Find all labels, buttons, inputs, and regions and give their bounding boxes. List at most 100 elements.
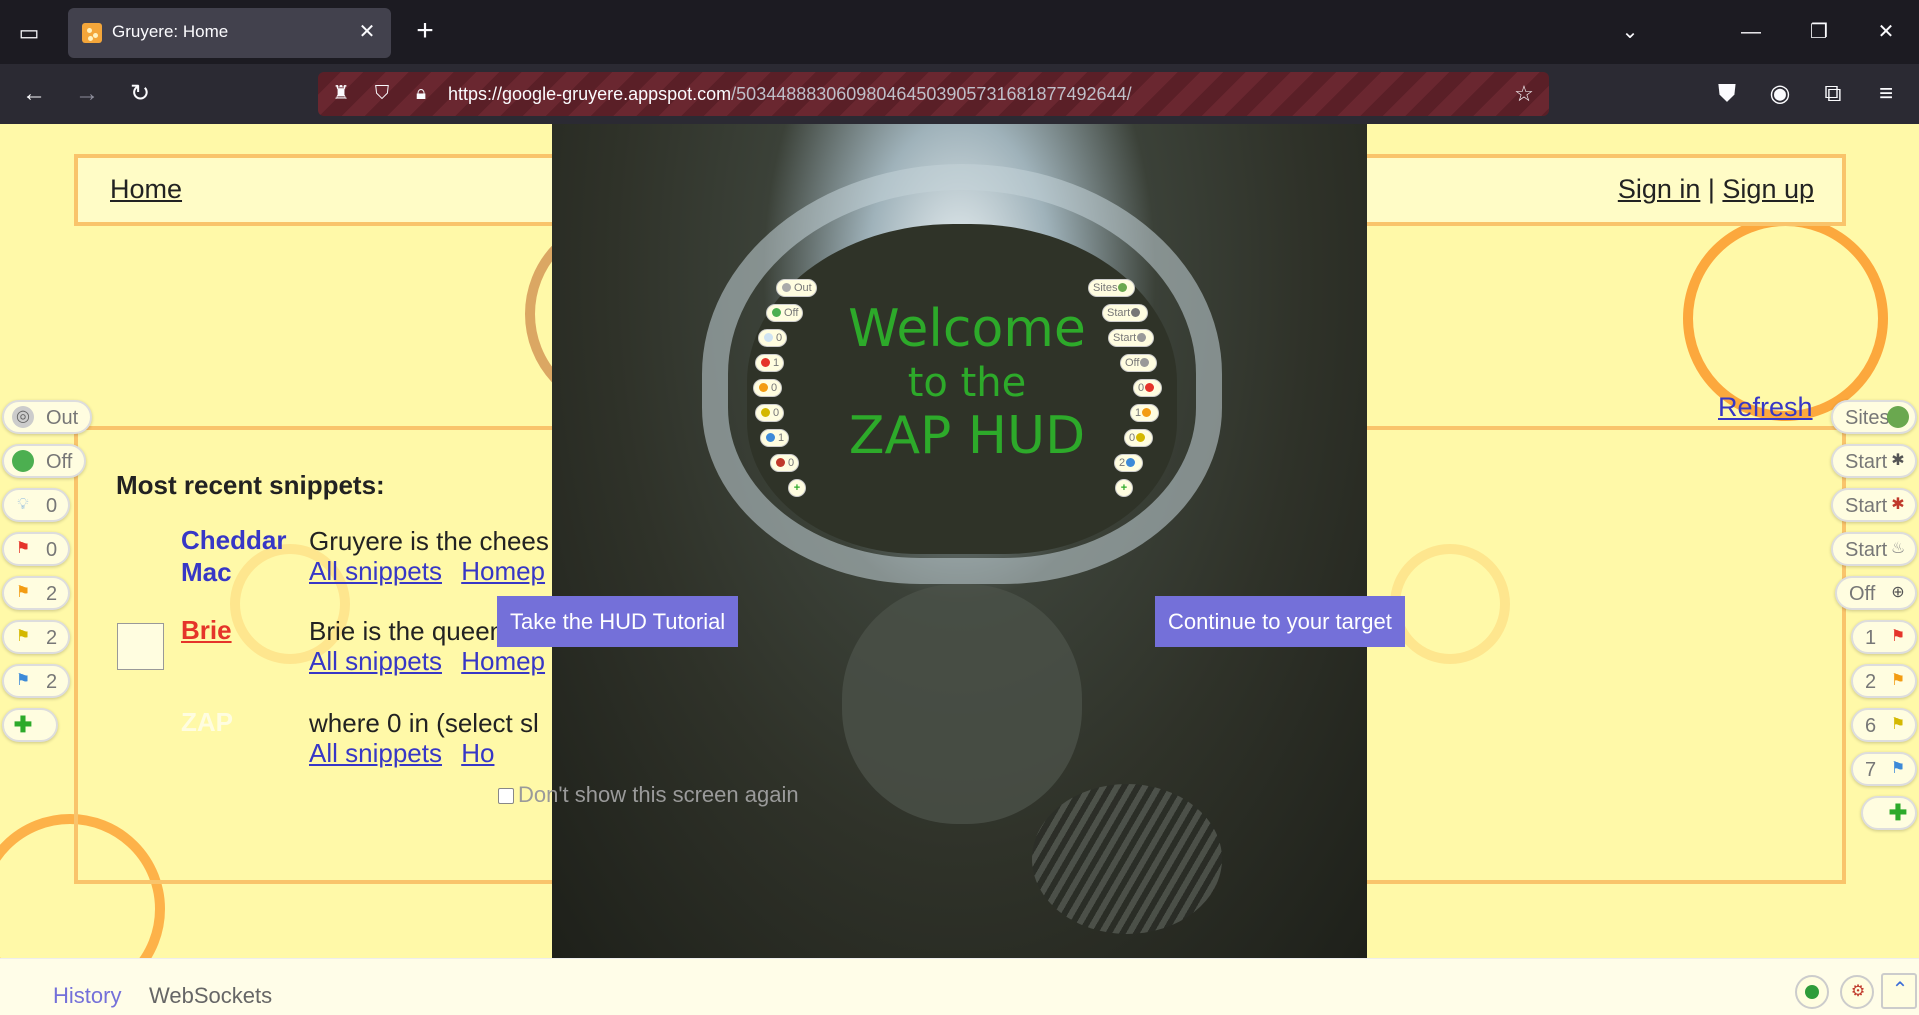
author-name-line1[interactable]: Cheddar [181, 524, 286, 556]
hud-button-label: Sites [1845, 407, 1890, 429]
hud-page-alerts-medium-button[interactable]: ⚑ 2 [2, 576, 70, 610]
expand-drawer-chevron-up-icon[interactable]: ⌃ [1881, 973, 1917, 1009]
tab-bar: ▭ Gruyere: Home ✕ + ⌄ — ❐ ✕ [0, 0, 1919, 64]
new-tab-icon[interactable]: + [409, 16, 441, 48]
hud-site-alerts-info-button[interactable]: 7 ⚑ [1851, 752, 1917, 786]
blue-flag-icon: ⚑ [1890, 760, 1906, 777]
menu-icon[interactable]: ≡ [1870, 78, 1902, 110]
hud-tutorial-button[interactable]: Take the HUD Tutorial [497, 596, 739, 647]
hud-site-alerts-low-button[interactable]: 6 ⚑ [1851, 708, 1917, 742]
snippet-icon-box [117, 623, 164, 670]
homepage-link[interactable]: Ho [461, 738, 494, 768]
mini-hud-button: Off [1120, 354, 1158, 372]
auth-links: Sign in | Sign up [1618, 174, 1814, 205]
homepage-link[interactable]: Homep [461, 556, 545, 586]
dont-show-checkbox[interactable] [498, 788, 514, 804]
snippets-heading: Most recent snippets: [116, 470, 385, 500]
extensions-icon[interactable]: ⧉ [1817, 78, 1849, 110]
tab-overview-icon[interactable]: ▭ [14, 18, 44, 48]
hud-page-alerts-low-button[interactable]: ⚑ 2 [2, 620, 70, 654]
hud-status-green-icon[interactable] [1795, 975, 1829, 1009]
orange-flag-icon: ⚑ [15, 584, 31, 601]
snippet-text: where 0 in (select sl [309, 708, 539, 738]
all-snippets-link[interactable]: All snippets [309, 556, 442, 586]
hud-page-alerts-info-button[interactable]: 💡︎ 0 [2, 488, 70, 522]
hose-image [1032, 784, 1222, 934]
tab-list-chevron-icon[interactable]: ⌄ [1614, 16, 1646, 48]
lock-icon[interactable]: 🔒︎ [408, 81, 434, 107]
snippet-links: All snippets Ho [309, 738, 506, 769]
hud-break-button[interactable]: Off ⊕ [1835, 576, 1917, 610]
hud-button-label: Out [46, 407, 79, 429]
hud-attack-mode-button[interactable]: Off [2, 444, 86, 478]
all-snippets-link[interactable]: All snippets [309, 738, 442, 768]
history-tab[interactable]: History [53, 983, 121, 1009]
hud-ajax-spider-button[interactable]: Start ✱ [1831, 488, 1917, 522]
mini-hud-button: Start [1102, 304, 1149, 322]
restore-icon[interactable]: ❐ [1803, 16, 1835, 48]
bookmark-star-icon[interactable]: ☆ [1511, 81, 1537, 107]
snippet-author[interactable]: Brie [181, 614, 232, 646]
hud-button-label: 2 [46, 627, 58, 649]
hud-button-label: 2 [46, 671, 58, 693]
sign-up-link[interactable]: Sign up [1722, 174, 1814, 204]
all-snippets-link[interactable]: All snippets [309, 646, 442, 676]
flame-icon: ♨ [1890, 540, 1906, 557]
hud-site-alerts-high-button[interactable]: 1 ⚑ [1851, 620, 1917, 654]
minimize-icon[interactable]: — [1735, 16, 1767, 48]
refresh-link[interactable]: Refresh [1718, 392, 1813, 423]
robot-icon[interactable]: ♜ [328, 81, 354, 107]
url-bar[interactable]: ♜ ⛉ 🔒︎ https://google-gruyere.appspot.co… [318, 72, 1549, 116]
snippet-author[interactable]: Cheddar Mac [181, 524, 286, 588]
browser-tab[interactable]: Gruyere: Home ✕ [68, 8, 391, 58]
websockets-tab[interactable]: WebSockets [149, 983, 272, 1009]
dont-show-again-option[interactable]: Don't show this screen again [498, 782, 799, 808]
green-dot-icon [12, 450, 34, 472]
hud-spider-button[interactable]: Start ✱ [1831, 444, 1917, 478]
continue-to-target-button[interactable]: Continue to your target [1155, 596, 1405, 647]
account-icon[interactable]: ◉ [1764, 78, 1796, 110]
forward-icon[interactable]: → [71, 78, 103, 110]
mini-hud-button: 0 [755, 404, 785, 422]
snippet-author[interactable]: ZAP [181, 706, 233, 738]
hud-button-label: 2 [1865, 671, 1877, 693]
hud-add-tool-button[interactable]: ✚ [2, 708, 58, 742]
sign-in-link[interactable]: Sign in [1618, 174, 1701, 204]
decor-ring [1683, 216, 1888, 421]
mini-hud-button: 1 [1130, 404, 1160, 422]
yellow-flag-icon: ⚑ [1890, 716, 1906, 733]
pocket-icon[interactable]: ⛊ [1711, 78, 1743, 110]
plus-icon: ✚ [13, 712, 33, 737]
hud-page-alerts-informational-button[interactable]: ⚑ 2 [2, 664, 70, 698]
shield-icon[interactable]: ⛉ [369, 81, 395, 107]
hud-button-label: 2 [46, 583, 58, 605]
yellow-flag-icon: ⚑ [15, 628, 31, 645]
snippet-links: All snippets Homep [309, 556, 557, 587]
home-link[interactable]: Home [110, 174, 182, 205]
author-name-line2[interactable]: Mac [181, 556, 286, 588]
author-name-line1[interactable]: ZAP [181, 706, 233, 738]
zap-hud-welcome-overlay: Welcome to the ZAP HUD Out Off 0 1 0 0 1… [552, 124, 1367, 958]
hud-settings-gear-icon[interactable]: ⚙ [1840, 975, 1874, 1009]
close-window-icon[interactable]: ✕ [1870, 16, 1902, 48]
homepage-link[interactable]: Homep [461, 646, 545, 676]
mini-hud-button: Start [1108, 329, 1155, 347]
close-tab-icon[interactable]: ✕ [353, 18, 381, 46]
snippet-links: All snippets Homep [309, 646, 557, 677]
hud-scope-button[interactable]: ◎ Out [2, 400, 92, 434]
mini-hud-button: 0 [1133, 379, 1163, 397]
hud-add-tool-button[interactable]: ✚ [1861, 796, 1917, 830]
mini-hud-button: 0 [1124, 429, 1154, 447]
hud-page-alerts-high-button[interactable]: ⚑ 0 [2, 532, 70, 566]
hud-site-alerts-medium-button[interactable]: 2 ⚑ [1851, 664, 1917, 698]
author-name-line1[interactable]: Brie [181, 614, 232, 646]
url-text[interactable]: https://google-gruyere.appspot.com/50344… [448, 84, 1132, 105]
hud-active-scan-button[interactable]: Start ♨ [1831, 532, 1917, 566]
mini-hud-button: Out [776, 279, 817, 297]
mini-plus-icon: + [788, 479, 806, 497]
blue-flag-icon: ⚑ [15, 672, 31, 689]
hud-sites-button[interactable]: Sites [1831, 400, 1917, 434]
reload-icon[interactable]: ↻ [124, 78, 156, 110]
back-icon[interactable]: ← [18, 78, 50, 110]
red-flag-icon: ⚑ [15, 540, 31, 557]
